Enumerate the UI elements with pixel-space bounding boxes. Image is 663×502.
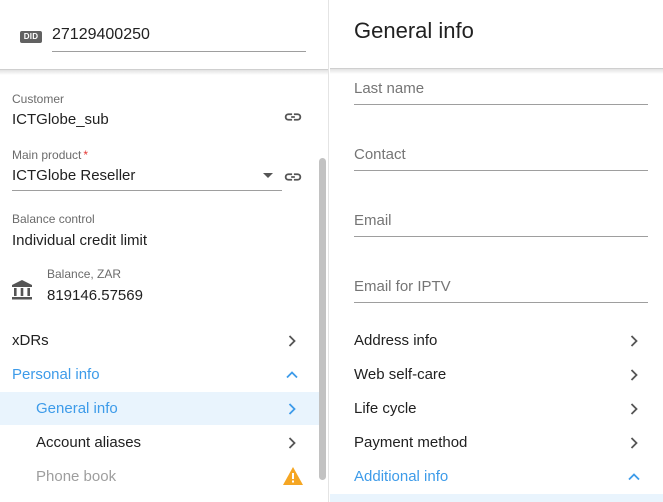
link-icon[interactable]	[282, 110, 304, 124]
chevron-up-icon	[286, 371, 298, 379]
chevron-right-icon	[630, 369, 638, 381]
chevron-right-icon	[630, 403, 638, 415]
left-panel: DID 27129400250 Customer ICTGlobe_sub Ma…	[0, 0, 329, 502]
section-label: Web self-care	[354, 366, 447, 383]
email-iptv-field[interactable]: Email for IPTV	[354, 273, 648, 303]
nav-item-phone-book[interactable]: Phone book	[0, 460, 320, 493]
balance-value: 819146.57569	[47, 287, 143, 304]
expanded-section-band	[330, 494, 663, 502]
balance-label: Balance, ZAR	[47, 267, 122, 281]
nav-item-personal-info[interactable]: Personal info	[0, 358, 320, 391]
bank-icon	[12, 280, 32, 300]
nav-item-label: Personal info	[12, 366, 100, 383]
nav-item-label: General info	[36, 400, 118, 417]
chevron-right-icon	[288, 403, 296, 415]
contact-placeholder: Contact	[354, 146, 406, 163]
contact-field[interactable]: Contact	[354, 141, 648, 171]
nav-item-label: Phone book	[36, 468, 117, 485]
nav-item-label: xDRs	[12, 332, 49, 349]
scrollbar-thumb[interactable]	[319, 158, 326, 480]
title-shadow	[330, 69, 663, 74]
nav-item-xdrs[interactable]: xDRs	[0, 324, 320, 357]
header-shadow	[0, 70, 328, 75]
chevron-right-icon	[288, 437, 296, 449]
email-placeholder: Email	[354, 212, 392, 229]
section-label: Payment method	[354, 434, 468, 451]
did-badge: DID	[20, 31, 42, 43]
section-label: Additional info	[354, 468, 449, 485]
nav-item-account-aliases[interactable]: Account aliases	[0, 426, 320, 459]
did-input[interactable]: 27129400250	[52, 23, 306, 52]
section-address-info[interactable]: Address info	[330, 324, 663, 357]
nav-item-label: Account aliases	[36, 434, 142, 451]
right-panel: General info Last name Contact Email Ema…	[330, 0, 663, 502]
chevron-right-icon	[630, 437, 638, 449]
section-payment-method[interactable]: Payment method	[330, 426, 663, 459]
balance-control-label: Balance control	[12, 212, 95, 226]
balance-control-value: Individual credit limit	[12, 232, 148, 249]
dropdown-caret-icon[interactable]	[263, 173, 273, 178]
warning-icon	[283, 467, 303, 485]
required-mark: *	[83, 148, 89, 162]
section-additional-info[interactable]: Additional info	[330, 460, 663, 493]
customer-label: Customer	[12, 92, 65, 106]
link-icon[interactable]	[282, 170, 304, 184]
main-product-label-text: Main product	[12, 148, 82, 162]
customer-value: ICTGlobe_sub	[12, 111, 109, 128]
main-product-label: Main product *	[12, 148, 88, 162]
chevron-right-icon	[288, 335, 296, 347]
did-header: DID 27129400250	[0, 0, 328, 70]
section-label: Address info	[354, 332, 438, 349]
main-product-underline	[12, 190, 282, 191]
section-web-self-care[interactable]: Web self-care	[330, 358, 663, 391]
title-bar: General info	[330, 0, 663, 69]
last-name-placeholder: Last name	[354, 80, 425, 97]
email-field[interactable]: Email	[354, 207, 648, 237]
chevron-up-icon	[628, 473, 640, 481]
chevron-right-icon	[630, 335, 638, 347]
last-name-field[interactable]: Last name	[354, 75, 648, 105]
main-product-select[interactable]: ICTGlobe Reseller	[12, 166, 135, 186]
nav-item-general-info[interactable]: General info	[0, 392, 320, 425]
email-iptv-placeholder: Email for IPTV	[354, 278, 451, 295]
page-title: General info	[354, 18, 474, 43]
section-label: Life cycle	[354, 400, 417, 417]
section-life-cycle[interactable]: Life cycle	[330, 392, 663, 425]
